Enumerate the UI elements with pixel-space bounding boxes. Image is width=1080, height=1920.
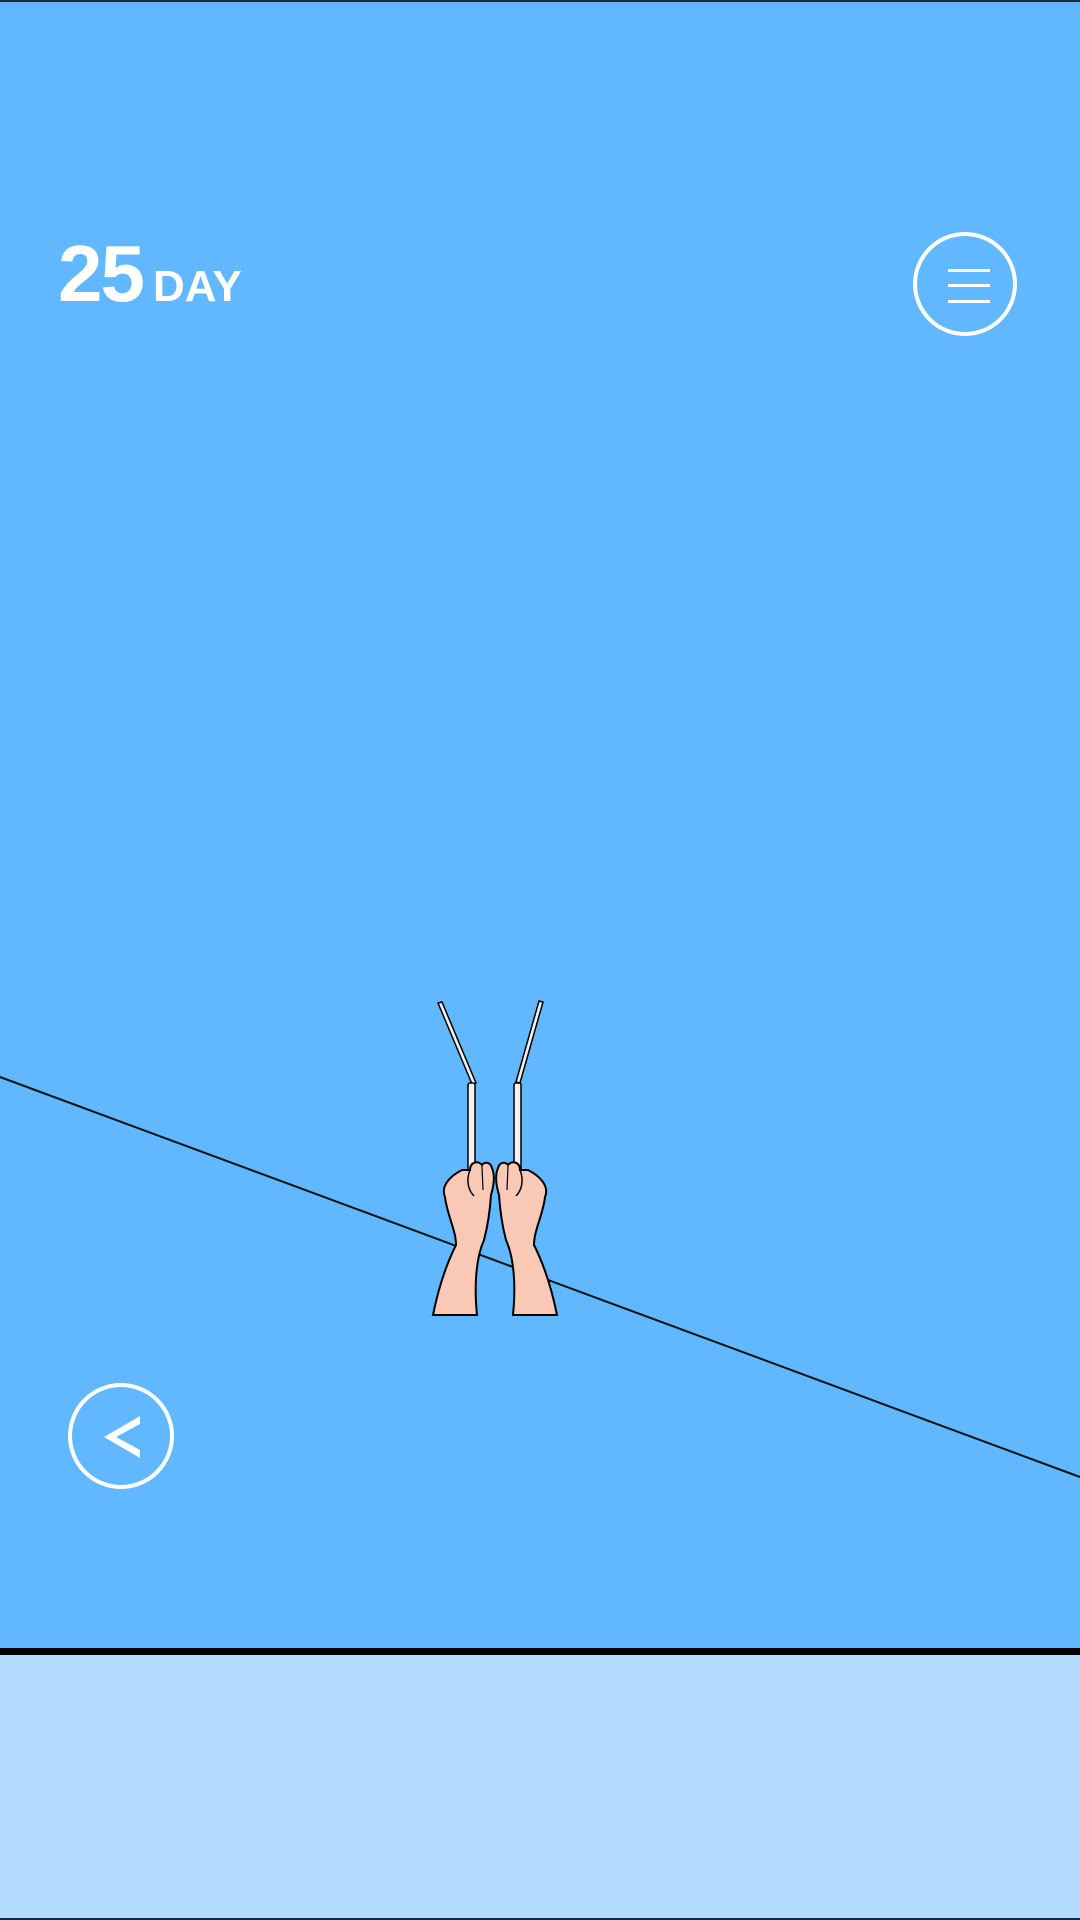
bottom-panel — [0, 1655, 1080, 1920]
left-stick — [436, 1001, 478, 1194]
ground-divider — [0, 1648, 1080, 1655]
hamburger-menu-icon — [948, 267, 990, 305]
menu-button[interactable] — [913, 232, 1017, 336]
back-button[interactable] — [68, 1383, 174, 1489]
day-number: 25 — [58, 229, 145, 318]
game-screen: 25 DAY — [0, 0, 1080, 1920]
left-hand — [431, 1161, 495, 1316]
day-unit-label: DAY — [152, 262, 242, 311]
chevron-left-icon — [104, 1416, 140, 1458]
day-counter: 25 DAY — [58, 228, 242, 320]
right-hand — [495, 1161, 559, 1316]
